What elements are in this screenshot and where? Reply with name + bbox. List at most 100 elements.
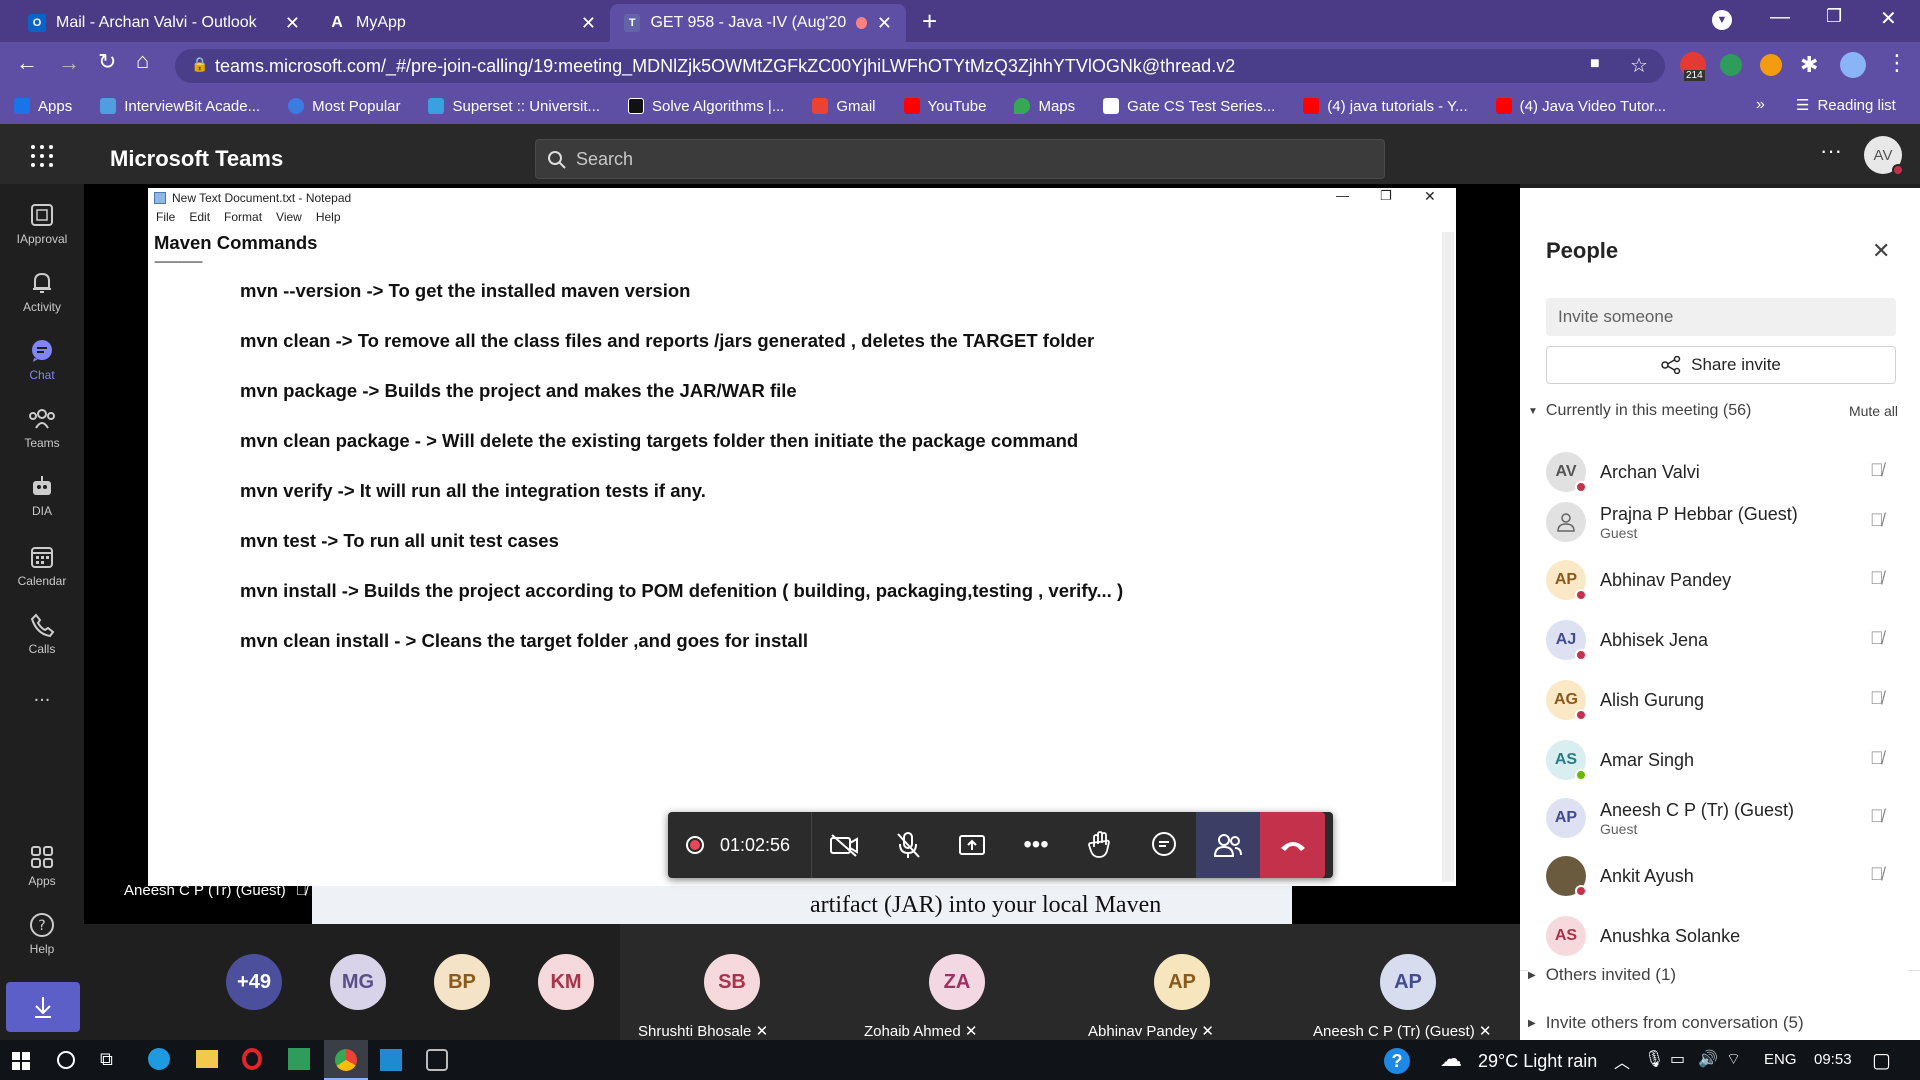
meeting-section-header[interactable]: ▼ Currently in this meeting (56) Mute al…: [1528, 402, 1898, 420]
avatar[interactable]: BP: [434, 954, 490, 1010]
invite-others-section[interactable]: ▶ Invite others from conversation (5): [1528, 1008, 1908, 1038]
list-item[interactable]: Ankit Ayush: [1546, 852, 1694, 900]
rail-item-calendar[interactable]: Calendar: [0, 544, 84, 588]
address-bar[interactable]: 🔒 teams.microsoft.com/_#/pre-join-callin…: [175, 49, 1665, 83]
file-explorer-icon[interactable]: [196, 1050, 218, 1068]
clock[interactable]: 09:53: [1814, 1051, 1852, 1068]
hang-up-button[interactable]: [1260, 812, 1325, 878]
mic-off-icon[interactable]: 🎙̸: [1870, 510, 1884, 531]
rail-item-chat[interactable]: Chat: [0, 338, 84, 382]
menu-format[interactable]: Format: [224, 210, 262, 224]
home-icon[interactable]: ⌂: [136, 48, 149, 74]
avatar[interactable]: AP: [1154, 954, 1210, 1010]
avatar[interactable]: KM: [538, 954, 594, 1010]
bookmark-hackerrank[interactable]: Solve Algorithms |...: [628, 98, 784, 115]
star-icon[interactable]: ☆: [1630, 53, 1648, 78]
bookmarks-overflow[interactable]: »: [1756, 96, 1765, 114]
list-item[interactable]: AV Archan Valvi: [1546, 448, 1700, 496]
others-invited-section[interactable]: ▶ Others invited (1): [1528, 960, 1908, 990]
extension-icon-2[interactable]: [1720, 54, 1742, 76]
tab-teams[interactable]: T GET 958 - Java -IV (Aug'2021 ✕: [610, 4, 906, 42]
edge-icon[interactable]: [148, 1048, 170, 1070]
menu-file[interactable]: File: [156, 210, 175, 224]
bookmark-most-popular[interactable]: Most Popular: [288, 98, 400, 115]
bookmark-gmail[interactable]: Gmail: [812, 98, 876, 115]
avatar[interactable]: ZA: [929, 954, 985, 1010]
mute-all-button[interactable]: Mute all: [1849, 403, 1898, 419]
microphone-icon[interactable]: 🎙: [1644, 1049, 1664, 1069]
camera-blocked-icon[interactable]: ■: [1590, 55, 1600, 73]
reload-icon[interactable]: ↻: [98, 49, 116, 75]
app-launcher-icon[interactable]: [30, 144, 54, 168]
share-screen-button[interactable]: [940, 812, 1004, 878]
more-options-icon[interactable]: ···: [1820, 138, 1842, 164]
mic-toggle-button[interactable]: [876, 812, 940, 878]
tab-outlook[interactable]: O Mail - Archan Valvi - Outlook ✕: [14, 4, 314, 42]
list-item[interactable]: AP Abhinav Pandey: [1546, 556, 1731, 604]
rail-item-teams[interactable]: Teams: [0, 406, 84, 450]
opera-icon[interactable]: [242, 1048, 262, 1070]
avatar[interactable]: SB: [704, 954, 760, 1010]
close-icon[interactable]: ✕: [1872, 238, 1890, 264]
minimize-icon[interactable]: —: [1770, 6, 1790, 29]
help-icon[interactable]: ?: [1384, 1048, 1410, 1074]
rail-item-help[interactable]: ? Help: [0, 912, 84, 956]
menu-help[interactable]: Help: [316, 210, 341, 224]
notifications-icon[interactable]: ▢: [1872, 1048, 1891, 1073]
mic-off-icon[interactable]: 🎙̸: [1870, 628, 1884, 649]
mic-off-icon[interactable]: 🎙̸: [1870, 864, 1884, 885]
bookmark-java-tutorials[interactable]: (4) java tutorials - Y...: [1303, 98, 1468, 115]
list-item[interactable]: AG Alish Gurung: [1546, 676, 1704, 724]
rail-more[interactable]: ...: [0, 684, 84, 707]
list-item[interactable]: AP Aneesh C P (Tr) (Guest) Guest: [1546, 794, 1794, 842]
taskbar-app-icon[interactable]: [288, 1048, 310, 1070]
weather-text[interactable]: 29°C Light rain: [1478, 1051, 1597, 1072]
rail-item-iapproval[interactable]: IApproval: [0, 202, 84, 246]
battery-icon[interactable]: ▭: [1670, 1049, 1685, 1069]
new-tab-icon[interactable]: +: [922, 6, 937, 37]
participants-button[interactable]: [1196, 812, 1260, 878]
tab-myapp[interactable]: A MyApp ✕: [314, 4, 610, 42]
bookmark-apps[interactable]: Apps: [14, 98, 72, 115]
window-close-icon[interactable]: ✕: [1880, 6, 1897, 31]
avatar[interactable]: MG: [330, 954, 386, 1010]
menu-edit[interactable]: Edit: [189, 210, 210, 224]
download-button[interactable]: [6, 982, 80, 1032]
invite-input[interactable]: Invite someone: [1546, 298, 1896, 336]
rail-item-dia[interactable]: DIA: [0, 474, 84, 518]
raise-hand-button[interactable]: [1068, 812, 1132, 878]
mic-off-icon[interactable]: 🎙̸: [1870, 568, 1884, 589]
rail-item-apps[interactable]: Apps: [0, 844, 84, 888]
bookmark-youtube[interactable]: YouTube: [903, 98, 986, 115]
settings-app-icon[interactable]: [426, 1049, 448, 1071]
profile-avatar[interactable]: [1840, 52, 1866, 78]
notepad-scrollbar[interactable]: [1442, 232, 1454, 882]
bookmark-java-video[interactable]: (4) Java Video Tutor...: [1495, 98, 1666, 115]
more-actions-button[interactable]: •••: [1004, 812, 1068, 878]
bookmark-superset[interactable]: Superset :: Universit...: [428, 98, 600, 115]
close-icon[interactable]: ✕: [581, 13, 596, 34]
notepad-maximize-icon[interactable]: ❐: [1380, 188, 1392, 204]
mic-off-icon[interactable]: 🎙̸: [1870, 460, 1884, 481]
camera-toggle-button[interactable]: [812, 812, 876, 878]
tab-search-icon[interactable]: ▼: [1712, 10, 1732, 30]
puzzle-icon[interactable]: ✱: [1800, 52, 1818, 78]
forward-icon[interactable]: →: [58, 50, 80, 76]
bookmark-gatecs[interactable]: Gate CS Test Series...: [1103, 98, 1275, 115]
avatar[interactable]: AP: [1380, 954, 1436, 1010]
extension-icon-3[interactable]: [1760, 54, 1782, 76]
cortana-icon[interactable]: [56, 1050, 76, 1070]
rail-item-calls[interactable]: Calls: [0, 612, 84, 656]
back-icon[interactable]: ←: [16, 50, 38, 76]
bookmark-interviewbit[interactable]: InterviewBit Acade...: [100, 98, 260, 115]
close-icon[interactable]: ✕: [877, 13, 892, 34]
menu-view[interactable]: View: [276, 210, 302, 224]
chat-button[interactable]: [1132, 812, 1196, 878]
windows-start-icon[interactable]: [12, 1052, 30, 1070]
chevron-up-icon[interactable]: ︿: [1614, 1049, 1630, 1073]
rail-item-activity[interactable]: Activity: [0, 270, 84, 314]
notepad-close-icon[interactable]: ✕: [1424, 188, 1436, 205]
vscode-icon[interactable]: [380, 1049, 402, 1071]
list-item[interactable]: AS Anushka Solanke: [1546, 912, 1740, 960]
list-item[interactable]: AJ Abhisek Jena: [1546, 616, 1708, 664]
